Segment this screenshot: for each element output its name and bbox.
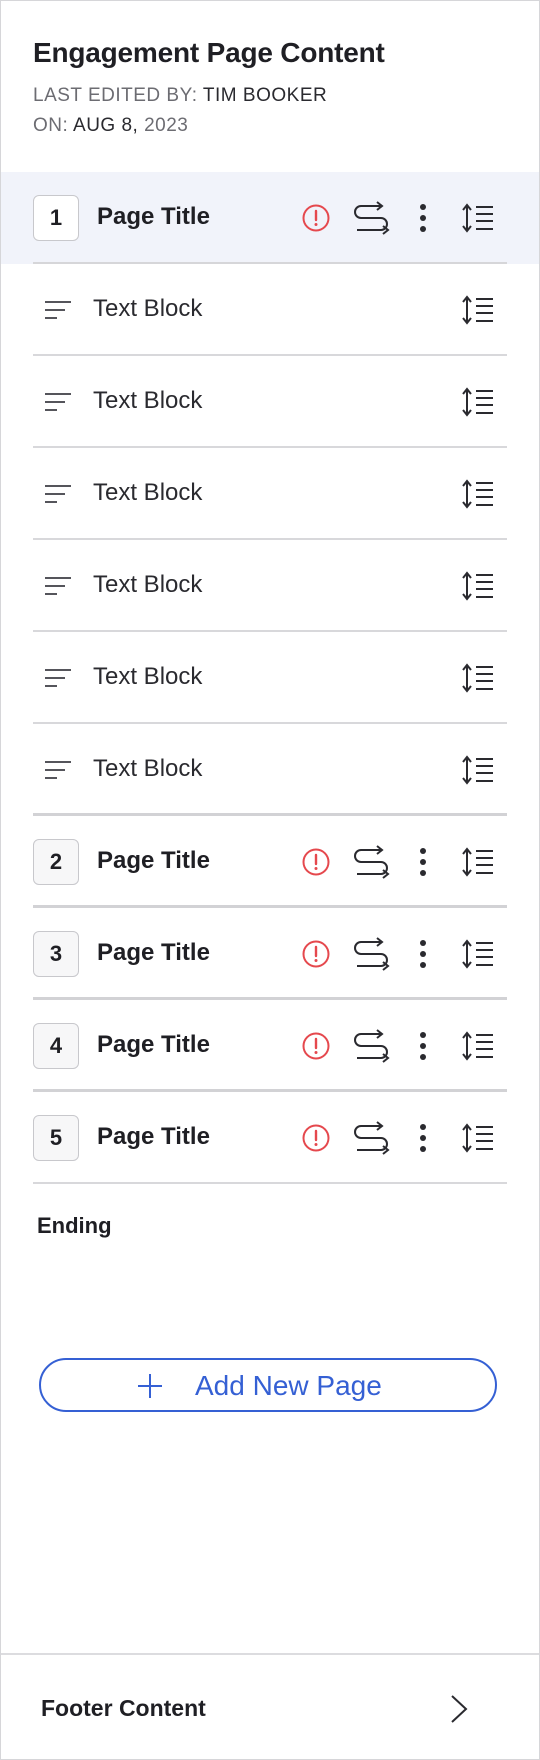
plus-icon (138, 1374, 162, 1398)
text-block-row[interactable]: Text Block (1, 632, 539, 724)
text-block-label: Text Block (93, 571, 203, 598)
kebab-menu-icon[interactable] (411, 936, 435, 972)
page-title: Page Title (97, 847, 210, 874)
panel-header: Engagement Page Content LAST EDITED BY: … (1, 1, 539, 174)
page-number: 1 (33, 195, 79, 241)
edited-on-line: ON: AUG 8, 2023 (33, 115, 188, 137)
content-panel: Engagement Page Content LAST EDITED BY: … (0, 0, 540, 1760)
page-title: Page Title (97, 939, 210, 966)
warning-icon[interactable] (301, 847, 331, 877)
page-number: 5 (33, 1115, 79, 1161)
warning-icon[interactable] (301, 1123, 331, 1153)
edited-on-year: 2023 (144, 115, 189, 136)
reorder-icon[interactable] (461, 478, 495, 510)
page-number: 2 (33, 839, 79, 885)
ending-label[interactable]: Ending (37, 1213, 112, 1239)
page-row[interactable]: 2 Page Title (1, 816, 539, 908)
page-row[interactable]: 1 Page Title (1, 172, 539, 264)
route-icon[interactable] (351, 200, 391, 236)
text-lines-icon (45, 669, 71, 687)
text-block-label: Text Block (93, 479, 203, 506)
last-edited-line: LAST EDITED BY: TIM BOOKER (33, 85, 327, 107)
text-block-label: Text Block (93, 755, 203, 782)
reorder-icon[interactable] (461, 662, 495, 694)
text-block-row[interactable]: Text Block (1, 448, 539, 540)
warning-icon[interactable] (301, 1031, 331, 1061)
route-icon[interactable] (351, 1028, 391, 1064)
route-icon[interactable] (351, 844, 391, 880)
text-lines-icon (45, 761, 71, 779)
page-row[interactable]: 5 Page Title (1, 1092, 539, 1184)
kebab-menu-icon[interactable] (411, 200, 435, 236)
edited-on-date: AUG 8, (73, 115, 139, 136)
page-number: 3 (33, 931, 79, 977)
kebab-menu-icon[interactable] (411, 1120, 435, 1156)
text-lines-icon (45, 301, 71, 319)
add-new-page-button[interactable]: Add New Page (39, 1358, 497, 1412)
reorder-icon[interactable] (461, 846, 495, 878)
kebab-menu-icon[interactable] (411, 844, 435, 880)
reorder-icon[interactable] (461, 754, 495, 786)
add-new-page-label: Add New Page (195, 1370, 382, 1401)
text-block-label: Text Block (93, 663, 203, 690)
reorder-icon[interactable] (461, 1030, 495, 1062)
warning-icon[interactable] (301, 203, 331, 233)
page-row[interactable]: 4 Page Title (1, 1000, 539, 1092)
edited-on-label: ON: (33, 115, 69, 136)
reorder-icon[interactable] (461, 294, 495, 326)
text-block-row[interactable]: Text Block (1, 264, 539, 356)
text-block-row[interactable]: Text Block (1, 540, 539, 632)
reorder-icon[interactable] (461, 570, 495, 602)
reorder-icon[interactable] (461, 202, 495, 234)
text-block-row[interactable]: Text Block (1, 356, 539, 448)
footer-content-label: Footer Content (41, 1695, 206, 1721)
text-block-row[interactable]: Text Block (1, 724, 539, 816)
reorder-icon[interactable] (461, 938, 495, 970)
panel-title: Engagement Page Content (33, 37, 385, 68)
warning-icon[interactable] (301, 939, 331, 969)
text-block-label: Text Block (93, 295, 203, 322)
reorder-icon[interactable] (461, 1122, 495, 1154)
last-edited-value: TIM BOOKER (202, 85, 328, 106)
route-icon[interactable] (351, 1120, 391, 1156)
footer-content-row[interactable]: Footer Content (1, 1653, 539, 1759)
route-icon[interactable] (351, 936, 391, 972)
page-row[interactable]: 3 Page Title (1, 908, 539, 1000)
chevron-right-icon (451, 1695, 468, 1723)
row-divider (33, 1182, 507, 1184)
reorder-icon[interactable] (461, 386, 495, 418)
text-lines-icon (45, 577, 71, 595)
page-title: Page Title (97, 203, 210, 230)
page-number: 4 (33, 1023, 79, 1069)
last-edited-label: LAST EDITED BY: (33, 85, 198, 106)
text-block-label: Text Block (93, 387, 203, 414)
page-title: Page Title (97, 1031, 210, 1058)
text-lines-icon (45, 393, 71, 411)
page-title: Page Title (97, 1123, 210, 1150)
text-lines-icon (45, 485, 71, 503)
kebab-menu-icon[interactable] (411, 1028, 435, 1064)
